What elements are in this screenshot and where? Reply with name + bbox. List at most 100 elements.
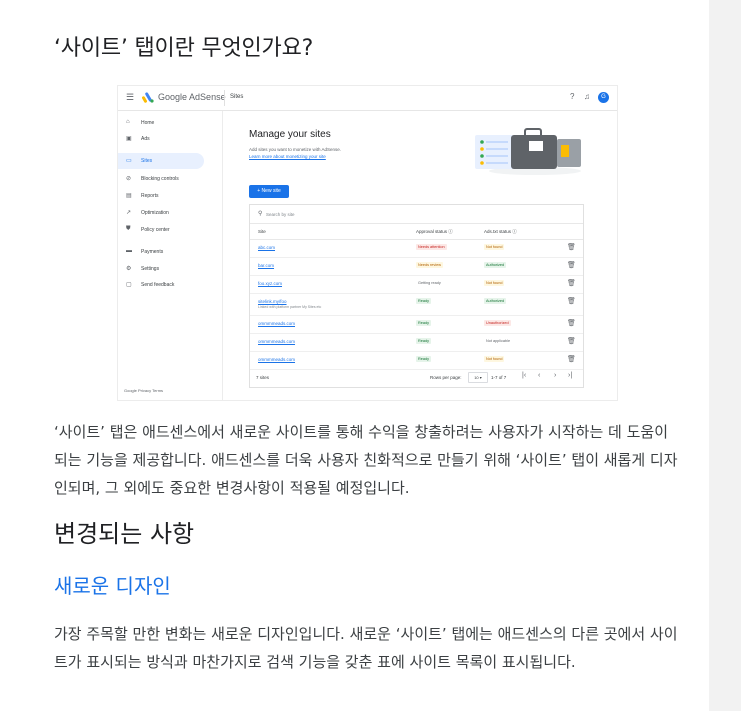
page-title: Manage your sites <box>249 129 331 140</box>
status-badge: Ready <box>416 338 431 344</box>
sidebar-item-label: Sites <box>141 158 153 164</box>
reports-icon: ▤ <box>126 193 132 199</box>
table-row: ommmmeads.com Ready Not applicable 🗑 <box>250 333 583 352</box>
column-site[interactable]: Site <box>258 229 266 234</box>
menu-icon[interactable]: ☰ <box>126 92 134 103</box>
delete-icon[interactable]: 🗑 <box>567 297 576 305</box>
sidebar-item-optimization[interactable]: ↗ Optimization <box>118 205 204 221</box>
payments-icon: ▬ <box>126 248 132 254</box>
sidebar-item-home[interactable]: ⌂ Home <box>118 115 204 131</box>
ads-txt-status: Not found <box>484 356 505 362</box>
divider <box>224 90 225 106</box>
site-link[interactable]: ommmmeads.com <box>258 357 295 362</box>
sidebar-item-policy-center[interactable]: ⛊ Policy center <box>118 222 204 238</box>
new-site-button[interactable]: + New site <box>249 185 289 198</box>
delete-icon[interactable]: 🗑 <box>567 355 576 363</box>
approval-status: Ready <box>416 320 431 326</box>
delete-icon[interactable]: 🗑 <box>567 261 576 269</box>
sidebar-item-label: Payments <box>141 249 164 255</box>
sidebar-item-reports[interactable]: ▤ Reports <box>118 188 204 204</box>
status-badge: Needs attention <box>416 244 447 250</box>
learn-more-link[interactable]: Learn more about monetizing your site <box>249 154 326 159</box>
sidebar-item-label: Settings <box>141 266 160 272</box>
main-content: Manage your sites Add sites you want to … <box>223 111 617 400</box>
table-row: sitelink.my/foo Linked with platform part… <box>250 293 583 316</box>
table-row: bar.com Needs review Authorized 🗑 <box>250 257 583 276</box>
sidebar-item-label: Policy center <box>141 227 170 233</box>
article-title: ‘사이트’ 탭이란 무엇인가요? <box>54 36 314 61</box>
sidebar-item-label: Blocking controls <box>141 176 179 182</box>
info-icon: ⓘ <box>512 229 517 234</box>
subsection-paragraph: 가장 주목할 만한 변화는 새로운 디자인입니다. 새로운 ‘사이트’ 탭에는 … <box>54 625 678 671</box>
sidebar-item-label: Optimization <box>141 210 169 216</box>
avatar[interactable]: G <box>598 92 609 103</box>
sidebar-item-send-feedback[interactable]: ▢ Send feedback <box>118 277 204 293</box>
sidebar-item-payments[interactable]: ▬ Payments <box>118 244 204 260</box>
ads-txt-status: Not applicable <box>484 338 512 344</box>
adsense-logo-icon <box>142 92 154 103</box>
top-bar: ☰ Google AdSense Sites ? ♫ G <box>118 86 617 111</box>
approval-status: Needs review <box>416 262 444 268</box>
footer-links[interactable]: Google Privacy Terms <box>124 388 163 393</box>
column-ads-txt[interactable]: Ads.txt status ⓘ <box>484 229 517 235</box>
policy-icon: ⛊ <box>126 226 131 232</box>
sidebar-item-label: Ads <box>141 136 150 142</box>
intro-paragraph: ‘사이트’ 탭은 애드센스에서 새로운 사이트를 통해 수익을 창출하려는 사용… <box>54 423 678 497</box>
site-link[interactable]: bar.com <box>258 263 274 268</box>
section-heading: 변경되는 사항 <box>54 520 195 548</box>
sidebar-item-ads[interactable]: ▣ Ads <box>118 131 204 147</box>
site-link[interactable]: ommmmeads.com <box>258 321 295 326</box>
optimization-icon: ↗ <box>126 210 132 216</box>
ads-icon: ▣ <box>126 136 132 142</box>
help-icon[interactable]: ? <box>570 92 574 101</box>
rows-per-page-select[interactable]: 10 ▾ <box>468 372 488 383</box>
table-row: ommmmeads.com Ready Not found 🗑 <box>250 351 583 370</box>
last-page-icon[interactable]: ›| <box>568 372 572 379</box>
sidebar-item-settings[interactable]: ⚙ Settings <box>118 261 204 277</box>
status-badge: Not found <box>484 356 505 362</box>
delete-icon[interactable]: 🗑 <box>567 279 576 287</box>
site-link[interactable]: foo.xyz.com <box>258 281 282 286</box>
delete-icon[interactable]: 🗑 <box>567 319 576 327</box>
settings-icon: ⚙ <box>126 266 132 272</box>
search-input[interactable]: Search by site <box>266 212 295 217</box>
sites-table: ⚲ Search by site Site Approval status ⓘ … <box>249 204 584 388</box>
site-link[interactable]: ommmmeads.com <box>258 339 295 344</box>
search-bar[interactable]: ⚲ Search by site <box>250 205 583 224</box>
table-row: ommmmeads.com Ready Unauthorized 🗑 <box>250 315 583 334</box>
site-link[interactable]: sitelink.my/foo <box>258 299 287 304</box>
brand-product: AdSense <box>189 92 226 102</box>
bell-icon[interactable]: ♫ <box>584 92 590 101</box>
status-badge: Ready <box>416 356 431 362</box>
approval-status: Ready <box>416 356 431 362</box>
site-count: 7 sites <box>256 375 270 380</box>
approval-status: Ready <box>416 338 431 344</box>
info-icon: ⓘ <box>448 229 453 234</box>
column-approval[interactable]: Approval status ⓘ <box>416 229 453 235</box>
approval-status: Needs attention <box>416 244 447 250</box>
search-icon: ⚲ <box>258 211 263 217</box>
status-badge: Not found <box>484 280 505 286</box>
delete-icon[interactable]: 🗑 <box>567 243 576 251</box>
subsection-heading: 새로운 디자인 <box>54 574 171 598</box>
next-page-icon[interactable]: › <box>554 372 556 379</box>
column-ads-txt-label: Ads.txt status <box>484 229 512 234</box>
adsense-screenshot: ☰ Google AdSense Sites ? ♫ G ⌂ Home ▣ Ads … <box>117 85 618 401</box>
home-icon: ⌂ <box>126 119 130 125</box>
status-badge: Authorized <box>484 262 507 268</box>
ads-txt-status: Not found <box>484 280 505 286</box>
delete-icon[interactable]: 🗑 <box>567 337 576 345</box>
briefcase-illustration-icon <box>475 128 581 175</box>
sidebar-item-label: Reports <box>141 193 159 199</box>
ads-txt-status: Authorized <box>484 298 507 304</box>
previous-page-icon[interactable]: ‹ <box>538 372 540 379</box>
status-badge: Not applicable <box>486 339 511 343</box>
approval-status: Ready <box>416 298 431 304</box>
sidebar-item-blocking-controls[interactable]: ⊘ Blocking controls <box>118 171 204 187</box>
brand-google: Google <box>158 92 188 102</box>
table-row: foo.xyz.com Getting ready Not found 🗑 <box>250 275 583 294</box>
site-link[interactable]: abc.com <box>258 245 275 250</box>
sidebar-item-sites[interactable]: ▭ Sites <box>118 153 204 169</box>
status-badge: Getting ready <box>418 281 441 285</box>
first-page-icon[interactable]: |‹ <box>522 372 526 379</box>
